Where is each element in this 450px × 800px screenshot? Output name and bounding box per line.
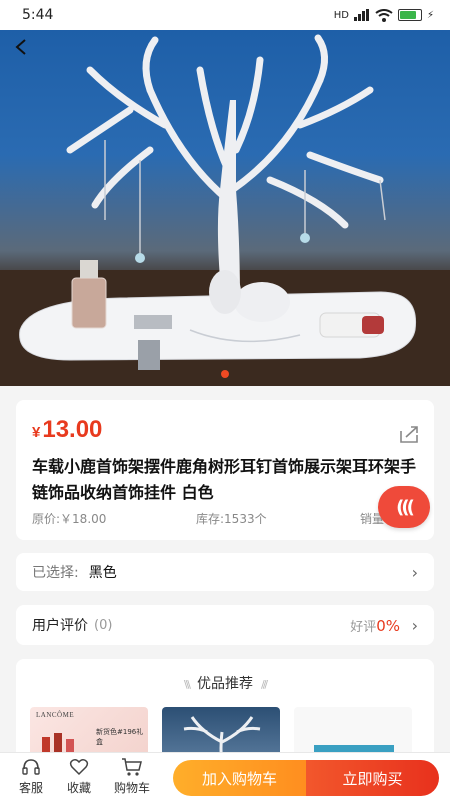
- price-value: 13.00: [42, 416, 103, 443]
- product-photo: [0, 34, 450, 386]
- back-button[interactable]: [14, 38, 42, 66]
- selected-label: 已选择:: [32, 565, 79, 581]
- reviews-row[interactable]: 用户评价 (0) 好评0% ›: [16, 605, 434, 645]
- headset-icon: [22, 759, 40, 775]
- product-image-carousel[interactable]: [0, 30, 450, 386]
- selected-value: 黑色: [88, 565, 117, 581]
- buy-now-button[interactable]: 立即购买: [306, 760, 439, 796]
- decor-left-icon: \\\: [183, 678, 191, 691]
- stock-count: 库存:1533个: [196, 512, 267, 526]
- favorite-button[interactable]: 收藏: [57, 757, 101, 796]
- back-arrow-icon: [15, 39, 26, 55]
- product-price: ¥13.00: [32, 416, 102, 444]
- recommend-section: \\\ 优品推荐/// LANCÔME 新货色#196礼盒: [16, 659, 434, 759]
- battery-icon: [397, 9, 422, 21]
- heart-icon: [69, 759, 89, 776]
- good-rate-label: 好评: [350, 619, 377, 635]
- wave-icon: (((: [396, 496, 415, 518]
- wifi-icon: [375, 8, 393, 22]
- add-to-cart-button[interactable]: 加入购物车: [173, 760, 306, 796]
- share-icon[interactable]: [398, 424, 420, 444]
- floating-menu-button[interactable]: (((: [378, 486, 430, 528]
- chevron-right-icon: ›: [411, 615, 418, 635]
- service-label: 客服: [18, 781, 43, 795]
- customer-service-button[interactable]: 客服: [9, 757, 53, 796]
- carousel-indicator-active: [221, 370, 229, 378]
- cart-button[interactable]: 购物车: [110, 757, 154, 796]
- good-rate-value: 0%: [376, 616, 400, 635]
- status-icons: HD ⚡: [333, 8, 434, 22]
- original-price: 原价:￥18.00: [32, 512, 107, 526]
- reviews-count: (0): [94, 617, 113, 633]
- status-bar: 5:44 HD ⚡: [0, 0, 450, 30]
- product-title: 车载小鹿首饰架摆件鹿角树形耳钉首饰展示架耳环架手链饰品收纳首饰挂件 白色: [32, 457, 417, 502]
- good-rate: 好评0%: [350, 616, 400, 635]
- charging-icon: ⚡: [426, 9, 434, 21]
- signal-icon: [353, 9, 369, 21]
- decor-right-icon: ///: [261, 678, 268, 691]
- reviews-label: 用户评价: [32, 618, 88, 634]
- network-type: HD: [333, 9, 349, 21]
- recommend-title-text: 优品推荐: [197, 676, 253, 692]
- chevron-right-icon: ›: [411, 562, 418, 582]
- status-time: 5:44: [22, 7, 54, 23]
- cart-icon: [122, 758, 142, 776]
- cart-label: 购物车: [113, 781, 150, 795]
- battery-fill: [399, 11, 416, 19]
- recommend-title: \\\ 优品推荐 ///: [16, 673, 434, 693]
- spec-selector[interactable]: 已选择: 黑色 ›: [16, 553, 434, 591]
- favorite-label: 收藏: [66, 781, 91, 795]
- currency-symbol: ¥: [32, 424, 41, 441]
- bottom-action-bar: 客服 收藏 购物车 加入购物车 立即购买: [0, 752, 450, 800]
- product-info-card: ¥13.00 车载小鹿首饰架摆件鹿角树形耳钉首饰展示架耳环架手链饰品收纳首饰挂件…: [16, 400, 434, 540]
